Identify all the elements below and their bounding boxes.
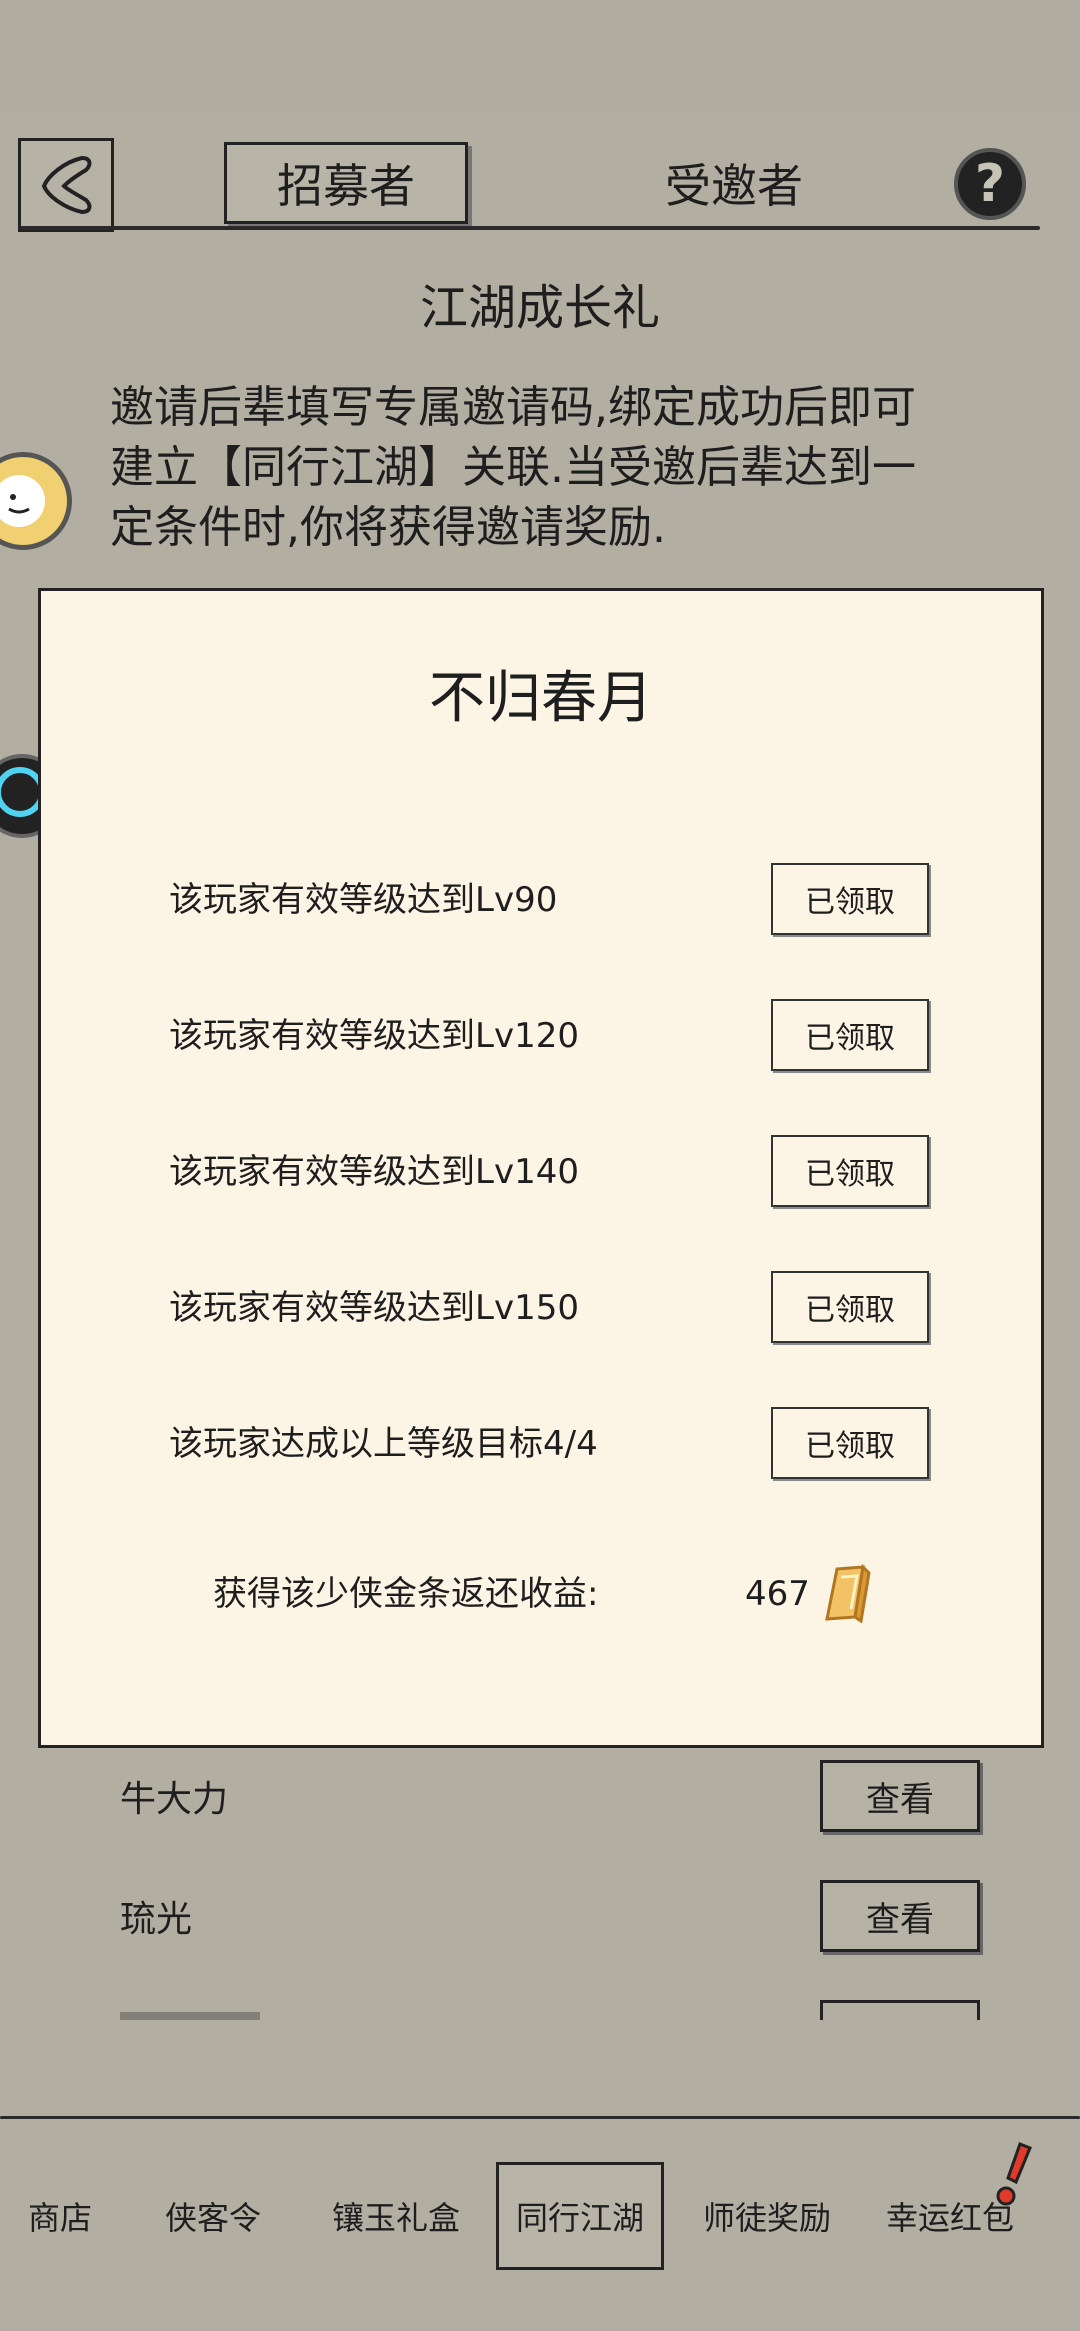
back-arrow-icon [41,155,92,215]
nav-item-shop[interactable]: 商店 [0,2162,120,2270]
tab-invitee-label: 受邀者 [665,159,803,213]
question-icon: ? [974,154,1006,214]
claimed-label: 已领取 [805,1157,895,1192]
list-item-partial [120,2012,260,2020]
requirement-text: 该玩家有效等级达到Lv150 [169,1288,579,1328]
claimed-button[interactable]: 已领取 [771,1271,929,1343]
tab-recruiter-label: 招募者 [277,159,415,213]
requirement-row: 该玩家有效等级达到Lv140 已领取 [169,1135,989,1209]
status-bar-area [0,0,1080,112]
claimed-button[interactable]: 已领取 [771,999,929,1071]
view-label: 查看 [866,1899,934,1940]
claimed-label: 已领取 [805,1021,895,1056]
nav-label: 商店 [27,2199,92,2237]
reward-value: 467 [745,1574,810,1614]
nav-item-xiakeling[interactable]: 侠客令 [148,2162,278,2270]
list-item-name: 琉光 [120,1899,193,1940]
view-button-partial [820,2000,980,2020]
nav-label: 镶玉礼盒 [331,2199,460,2237]
view-button[interactable]: 查看 [820,1880,980,1952]
player-name: 不归春月 [429,666,653,731]
gold-bar-icon [825,1563,871,1623]
bottom-divider [0,2116,1080,2119]
view-label: 查看 [866,1779,934,1820]
mascot-icon [0,475,45,527]
alert-badge-icon [996,2142,1032,2206]
tab-invitee[interactable]: 受邀者 [612,142,856,224]
nav-item-jade-giftbox[interactable]: 镶玉礼盒 [318,2162,474,2270]
claimed-button[interactable]: 已领取 [771,1135,929,1207]
header-divider [20,226,1040,230]
section-description: 邀请后辈填写专属邀请码,绑定成功后即可建立【同行江湖】关联.当受邀后辈达到一定条… [110,382,916,553]
tab-recruiter[interactable]: 招募者 [224,142,468,224]
requirement-text: 该玩家有效等级达到Lv120 [169,1016,579,1056]
nav-label: 师徒奖励 [702,2199,831,2237]
claimed-label: 已领取 [805,1293,895,1328]
floating-avatar-icon[interactable] [0,452,72,550]
view-button[interactable]: 查看 [820,1760,980,1832]
back-button[interactable] [18,138,114,232]
requirement-text: 该玩家达成以上等级目标4/4 [169,1424,598,1464]
claimed-label: 已领取 [805,885,895,920]
invitee-detail-dialog: 不归春月 该玩家有效等级达到Lv90 已领取 该玩家有效等级达到Lv120 已领… [38,588,1044,1748]
reward-label: 获得该少侠金条返还收益: [213,1574,599,1614]
requirement-text: 该玩家有效等级达到Lv140 [169,1152,579,1192]
claimed-button[interactable]: 已领取 [771,863,929,935]
claimed-button[interactable]: 已领取 [771,1407,929,1479]
section-title: 江湖成长礼 [419,280,660,336]
requirement-row: 该玩家有效等级达到Lv90 已领取 [169,863,989,937]
requirement-row: 该玩家有效等级达到Lv120 已领取 [169,999,989,1073]
nav-item-tongxing-jianghu[interactable]: 同行江湖 [496,2162,664,2270]
requirement-row: 该玩家达成以上等级目标4/4 已领取 [169,1407,989,1481]
nav-label: 同行江湖 [515,2199,644,2237]
claimed-label: 已领取 [805,1429,895,1464]
help-button[interactable]: ? [954,148,1026,220]
nav-label: 侠客令 [164,2199,261,2237]
nav-item-master-reward[interactable]: 师徒奖励 [692,2162,842,2270]
requirement-text: 该玩家有效等级达到Lv90 [169,880,558,920]
list-item-name: 牛大力 [120,1779,229,1820]
requirement-row: 该玩家有效等级达到Lv150 已领取 [169,1271,989,1345]
